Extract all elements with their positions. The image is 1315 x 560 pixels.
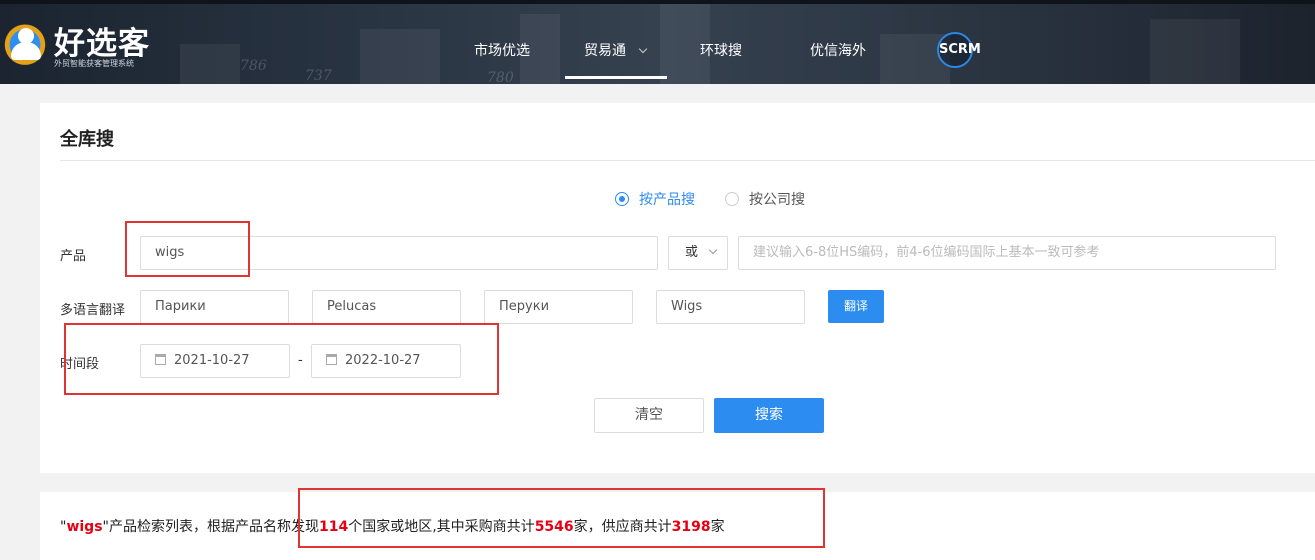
page-title: 全库搜 (60, 129, 114, 150)
result-text-part: 家，供应商共计 (573, 519, 672, 535)
bg-number: 780 (487, 70, 514, 84)
calendar-icon (326, 354, 337, 365)
nav-item-market[interactable]: 市场优选 (474, 40, 530, 60)
start-date-value: 2021-10-27 (174, 353, 250, 368)
logo-title: 好选客 (54, 26, 150, 62)
end-date-value: 2022-10-27 (345, 353, 421, 368)
nav-item-global-search[interactable]: 环球搜 (700, 40, 742, 60)
buyer-count: 5546 (534, 519, 574, 535)
search-button[interactable]: 搜索 (714, 398, 824, 433)
bg-number: 737 (305, 68, 332, 84)
nav-item-trade[interactable]: 贸易通 (584, 40, 648, 60)
operator-select[interactable]: 或 (668, 236, 728, 270)
translation-input-english[interactable]: Wigs (656, 290, 805, 324)
date-separator: - (298, 353, 303, 368)
translation-input-ukrainian[interactable]: Перуки (484, 290, 633, 324)
nav-item-overseas[interactable]: 优信海外 (810, 40, 866, 60)
result-text-part: "产品检索列表，根据产品名称发现 (102, 519, 319, 535)
translation-input-spanish[interactable]: Pelucas (312, 290, 461, 324)
operator-value: 或 (685, 245, 699, 260)
result-text-part: 家 (710, 519, 725, 535)
hs-code-input[interactable]: 建议输入6-8位HS编码，前4-6位编码国际上基本一致可参考 (738, 236, 1276, 270)
radio-dot (615, 192, 629, 206)
result-summary-text: "wigs"产品检索列表，根据产品名称发现114个国家或地区,其中采购商共计55… (60, 516, 725, 536)
product-input[interactable]: wigs (140, 236, 658, 270)
product-label: 产品 (60, 249, 87, 264)
scrm-icon[interactable]: SCRM (937, 32, 981, 68)
result-text-part: 个国家或地区,其中采购商共计 (348, 519, 535, 535)
start-date-input[interactable]: 2021-10-27 (140, 344, 290, 378)
result-summary: "wigs"产品检索列表，根据产品名称发现114个国家或地区,其中采购商共计55… (40, 492, 1315, 560)
country-count: 114 (319, 519, 349, 535)
skyline-decoration (180, 44, 240, 84)
supplier-count: 3198 (671, 519, 711, 535)
result-keyword: wigs (66, 519, 103, 535)
clear-button[interactable]: 清空 (594, 398, 704, 433)
radio-label: 按产品搜 (639, 192, 695, 208)
logo-subtitle: 外贸智能获客管理系统 (54, 59, 134, 68)
translation-input-russian[interactable]: Парики (140, 290, 289, 324)
nav-item-trade-label: 贸易通 (584, 43, 626, 59)
divider (60, 160, 1315, 161)
top-header: 786 737 780 好选客 外贸智能获客管理系统 市场优选 贸易通 环球搜 … (0, 0, 1315, 84)
radio-by-product[interactable]: 按产品搜 (615, 189, 695, 209)
radio-dot (725, 192, 739, 206)
radio-label: 按公司搜 (749, 192, 805, 208)
nav-active-indicator (565, 76, 667, 79)
chevron-down-icon (708, 245, 718, 255)
translate-button[interactable]: 翻译 (828, 290, 884, 323)
bg-number: 786 (240, 58, 267, 74)
radio-by-company[interactable]: 按公司搜 (725, 189, 805, 209)
period-label: 时间段 (60, 357, 100, 372)
chevron-down-icon (639, 44, 648, 54)
translate-label: 多语言翻译 (60, 303, 126, 318)
end-date-input[interactable]: 2022-10-27 (311, 344, 461, 378)
calendar-icon (155, 354, 166, 365)
skyline-decoration (360, 29, 440, 84)
search-card: 全库搜 按产品搜 按公司搜 产品 wigs 或 建议输入6-8位HS编码，前4-… (40, 103, 1315, 473)
skyline-decoration (1150, 19, 1240, 84)
